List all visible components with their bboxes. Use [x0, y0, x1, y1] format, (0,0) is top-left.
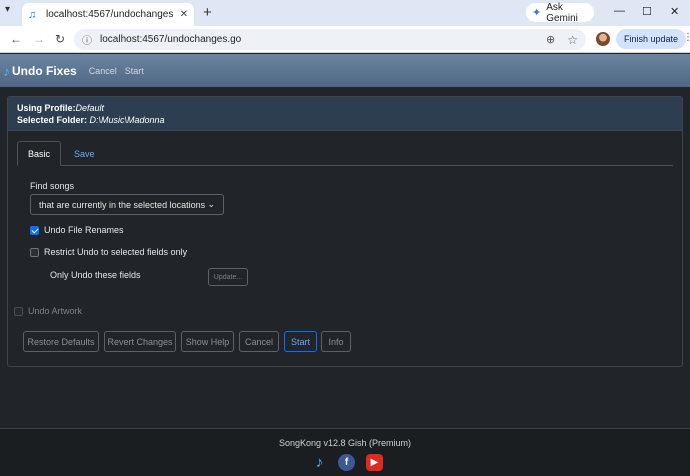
nav-start-link[interactable]: Start — [125, 66, 144, 76]
url-text[interactable]: localhost:4567/undochanges.go — [100, 34, 241, 45]
finish-update-button[interactable]: Finish update — [616, 29, 686, 49]
browser-toolbar: ← → ↻ ⓘ localhost:4567/undochanges.go ⊕ … — [0, 26, 690, 53]
app-footer: SongKong v12.8 Gish (Premium) ♪ f ▶ — [0, 428, 690, 476]
tab-basic[interactable]: Basic — [17, 141, 62, 166]
update-fields-button[interactable]: Update... — [208, 268, 248, 286]
ask-gemini-button[interactable]: ✦ Ask Gemini — [526, 1, 594, 24]
reload-icon[interactable]: ↻ — [55, 32, 65, 46]
settings-tabs: Basic Save — [17, 141, 673, 166]
address-bar[interactable]: ⓘ localhost:4567/undochanges.go ⊕ ☆ — [74, 29, 586, 50]
songkong-logo-icon[interactable]: ♪ — [311, 454, 328, 471]
info-button[interactable]: Info — [321, 331, 351, 352]
undo-fixes-panel: Using Profile:Default Selected Folder: D… — [7, 96, 683, 367]
restore-defaults-button[interactable]: Restore Defaults — [23, 331, 99, 352]
show-help-button[interactable]: Show Help — [181, 331, 234, 352]
panel-header: Using Profile:Default Selected Folder: D… — [8, 97, 682, 131]
songkong-favicon-icon: ♫ — [28, 8, 37, 21]
bookmark-star-icon[interactable]: ☆ — [567, 33, 578, 47]
find-songs-select[interactable]: that are currently in the selected locat… — [30, 194, 224, 215]
profile-line: Using Profile:Default — [17, 102, 673, 114]
undo-file-renames-label[interactable]: Undo File Renames — [44, 225, 124, 235]
undo-artwork-checkbox[interactable] — [14, 307, 23, 316]
zoom-icon[interactable]: ⊕ — [546, 33, 555, 46]
maximize-button[interactable]: ☐ — [642, 5, 652, 18]
profile-label: Using Profile: — [17, 103, 76, 113]
start-button[interactable]: Start — [284, 331, 317, 352]
tab-title: localhost:4567/undochanges.go — [46, 9, 174, 20]
cancel-button[interactable]: Cancel — [239, 331, 279, 352]
app-navbar: ♪ Undo Fixes Cancel Start — [0, 54, 690, 87]
browser-tab[interactable]: ♫ localhost:4567/undochanges.go ✕ — [22, 3, 194, 26]
version-text: SongKong v12.8 Gish (Premium) — [278, 438, 412, 448]
site-info-icon[interactable]: ⓘ — [82, 32, 92, 47]
minimize-button[interactable]: — — [614, 5, 625, 17]
brand-title: Undo Fixes — [12, 63, 77, 78]
facebook-icon[interactable]: f — [338, 454, 355, 471]
nav-cancel-link[interactable]: Cancel — [89, 66, 117, 76]
folder-line: Selected Folder: D:\Music\Madonna — [17, 114, 673, 126]
folder-value: D:\Music\Madonna — [89, 115, 165, 125]
profile-value: Default — [75, 103, 105, 113]
undo-file-renames-checkbox[interactable] — [30, 226, 39, 235]
undo-artwork-label: Undo Artwork — [28, 306, 83, 316]
restrict-undo-checkbox[interactable] — [30, 248, 39, 257]
find-songs-label: Find songs — [30, 181, 75, 191]
tab-search-icon[interactable]: ▾ — [5, 4, 10, 15]
gemini-sparkle-icon: ✦ — [532, 7, 542, 19]
forward-arrow-icon[interactable]: → — [33, 32, 45, 46]
revert-changes-button[interactable]: Revert Changes — [104, 331, 176, 352]
only-undo-fields-label: Only Undo these fields — [50, 270, 141, 280]
find-songs-value: that are currently in the selected locat… — [39, 199, 206, 210]
folder-label: Selected Folder: — [17, 115, 90, 125]
app-brand[interactable]: ♪ Undo Fixes — [3, 63, 77, 79]
browser-menu-icon[interactable]: ⋮ — [683, 32, 690, 43]
browser-tab-bar: ▾ ♫ localhost:4567/undochanges.go ✕ + ✦ … — [0, 0, 690, 26]
tab-close-icon[interactable]: ✕ — [180, 9, 188, 20]
tab-save[interactable]: Save — [64, 141, 105, 166]
ask-gemini-label: Ask Gemini — [546, 1, 578, 24]
chevron-down-icon: ⌄ — [207, 199, 215, 209]
songkong-logo-icon: ♪ — [3, 62, 10, 79]
profile-avatar[interactable] — [596, 32, 610, 46]
restrict-undo-label[interactable]: Restrict Undo to selected fields only — [44, 247, 187, 257]
new-tab-button[interactable]: + — [203, 4, 212, 21]
back-arrow-icon[interactable]: ← — [10, 32, 22, 46]
window-close-button[interactable]: ✕ — [670, 5, 679, 18]
youtube-icon[interactable]: ▶ — [366, 454, 383, 471]
